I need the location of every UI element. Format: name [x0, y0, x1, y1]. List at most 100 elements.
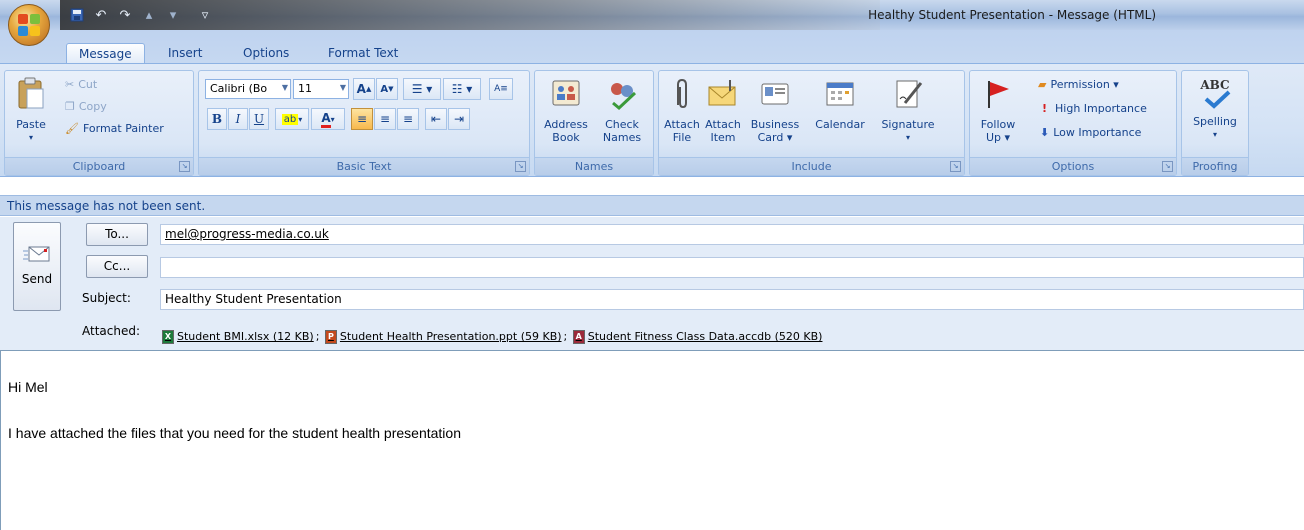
message-header: Send To... Cc... Subject: Attached: mel@…	[0, 217, 1304, 351]
to-button[interactable]: To...	[86, 223, 148, 246]
align-left-button[interactable]: ≡	[351, 108, 373, 130]
tab-message[interactable]: Message	[66, 43, 145, 64]
align-right-icon: ≡	[402, 112, 414, 126]
proofing-group: ABC Spelling ▾ Proofing	[1181, 70, 1249, 176]
business-card-button[interactable]: Business Card ▾	[745, 77, 805, 144]
attach-item-button[interactable]: Attach Item	[703, 77, 743, 144]
permission-button[interactable]: ▰ Permission ▾	[1038, 75, 1119, 93]
low-importance-button[interactable]: ⬇ Low Importance	[1040, 123, 1141, 141]
increase-indent-button[interactable]: ⇥	[448, 108, 470, 130]
envelope-icon	[708, 80, 736, 106]
clipboard-launcher-icon[interactable]: ↘	[179, 161, 190, 172]
office-logo-icon	[18, 14, 40, 36]
font-color-icon: A	[321, 111, 331, 128]
styles-button[interactable]: A≡	[489, 78, 513, 100]
format-painter-button[interactable]: 🖌 Format Painter	[65, 119, 164, 137]
align-center-button[interactable]: ≡	[374, 108, 396, 130]
cut-button[interactable]: ✂ Cut	[65, 75, 97, 93]
next-icon[interactable]: ▾	[164, 6, 182, 24]
subject-field[interactable]: Healthy Student Presentation	[160, 289, 1304, 310]
options-launcher-icon[interactable]: ↘	[1162, 161, 1173, 172]
calendar-icon	[826, 82, 854, 106]
clipboard-group: Paste ▾ ✂ Cut ❐ Copy 🖌 Format Painter Clipb…	[4, 70, 194, 176]
shrink-font-button[interactable]: A ▼	[376, 78, 398, 100]
basic-text-launcher-icon[interactable]: ↘	[515, 161, 526, 172]
customize-icon[interactable]: ▿	[196, 6, 214, 24]
address-book-icon	[552, 80, 580, 106]
excel-file-icon: X	[162, 329, 174, 344]
to-field[interactable]: mel@progress-media.co.uk	[160, 224, 1304, 245]
office-button[interactable]	[8, 4, 50, 46]
underline-button[interactable]: U	[249, 108, 269, 130]
calendar-button[interactable]: Calendar	[807, 77, 873, 131]
attached-label: Attached:	[82, 324, 141, 338]
spelling-check-icon: ABC	[1198, 77, 1232, 111]
font-size-combo[interactable]: 11 ▼	[293, 79, 349, 99]
paintbrush-icon: 🖌	[65, 121, 79, 135]
ribbon: Paste ▾ ✂ Cut ❐ Copy 🖌 Format Painter Clipb…	[0, 63, 1304, 177]
undo-icon[interactable]: ↶	[92, 6, 110, 24]
send-button[interactable]: Send	[13, 222, 61, 311]
window-title: Healthy Student Presentation - Message (…	[868, 8, 1156, 22]
down-arrow-icon: ⬇	[1040, 125, 1050, 139]
message-body[interactable]: Hi Mel I have attached the files that yo…	[0, 350, 1304, 530]
include-group: Attach File Attach Item Business Card ▾ …	[658, 70, 965, 176]
cc-field[interactable]	[160, 257, 1304, 278]
tab-options[interactable]: Options	[231, 43, 301, 64]
copy-icon: ❐	[65, 99, 75, 113]
access-file-icon: A	[572, 329, 585, 344]
check-names-button[interactable]: Check Names	[595, 77, 649, 144]
decrease-indent-button[interactable]: ⇤	[425, 108, 447, 130]
tab-format-text[interactable]: Format Text	[316, 43, 410, 64]
options-group: Follow Up ▾ ▰ Permission ▾ ! High Importan…	[969, 70, 1177, 176]
exclamation-icon: !	[1042, 101, 1048, 115]
save-icon[interactable]	[68, 6, 86, 24]
grow-font-button[interactable]: A ▲	[353, 78, 375, 100]
bold-button[interactable]: B	[207, 108, 227, 130]
business-card-icon	[761, 83, 789, 105]
numbering-button[interactable]: ☷ ▾	[443, 78, 481, 100]
font-name-combo[interactable]: Calibri (Bo ▼	[205, 79, 291, 99]
bullets-button[interactable]: ☰ ▾	[403, 78, 441, 100]
numbered-list-icon: ☷ ▾	[451, 82, 473, 96]
italic-button[interactable]: I	[228, 108, 248, 130]
redo-icon[interactable]: ↷	[116, 6, 134, 24]
paste-button[interactable]: Paste ▾	[11, 77, 51, 144]
tab-insert[interactable]: Insert	[156, 43, 214, 64]
include-launcher-icon[interactable]: ↘	[950, 161, 961, 172]
paste-icon	[18, 77, 44, 109]
signature-icon	[896, 80, 923, 108]
font-color-button[interactable]: A ▾	[311, 108, 345, 130]
body-line-text: I have attached the files that you need …	[8, 425, 461, 441]
title-bar: ↶ ↷ ▴ ▾ ▿ Healthy Student Presentation -…	[0, 0, 1304, 46]
attachment-powerpoint[interactable]: P Student Health Presentation.ppt (59 KB…	[324, 329, 562, 344]
previous-icon[interactable]: ▴	[140, 6, 158, 24]
align-right-button[interactable]: ≡	[397, 108, 419, 130]
names-group: Address Book Check Names Names	[534, 70, 654, 176]
proofing-group-label: Proofing	[1182, 157, 1248, 175]
paperclip-icon	[677, 78, 687, 109]
align-left-icon: ≡	[356, 112, 368, 126]
attach-file-button[interactable]: Attach File	[663, 77, 701, 144]
send-envelope-icon	[23, 246, 50, 262]
chevron-down-icon: ▼	[339, 83, 346, 92]
follow-up-button[interactable]: Follow Up ▾	[974, 77, 1022, 144]
attachment-excel[interactable]: X Student BMI.xlsx (12 KB)	[162, 329, 314, 344]
spelling-button[interactable]: ABC Spelling ▾	[1186, 77, 1244, 141]
copy-button[interactable]: ❐ Copy	[65, 97, 107, 115]
check-names-icon	[611, 83, 637, 111]
cc-button[interactable]: Cc...	[86, 255, 148, 278]
message-infobar: This message has not been sent.	[0, 195, 1304, 216]
permission-icon: ▰	[1038, 77, 1047, 91]
signature-button[interactable]: Signature ▾	[875, 77, 941, 144]
highlight-button[interactable]: ab ▾	[275, 108, 309, 130]
high-importance-button[interactable]: ! High Importance	[1042, 99, 1147, 117]
align-center-icon: ≡	[379, 112, 391, 126]
basic-text-group-label: Basic Text	[199, 157, 529, 175]
subject-label: Subject:	[82, 291, 131, 305]
address-book-button[interactable]: Address Book	[539, 77, 593, 144]
bullet-list-icon: ☰ ▾	[411, 82, 433, 96]
attachment-access[interactable]: A Student Fitness Class Data.accdb (520 …	[572, 329, 822, 344]
scissors-icon: ✂	[65, 77, 75, 91]
names-group-label: Names	[535, 157, 653, 175]
